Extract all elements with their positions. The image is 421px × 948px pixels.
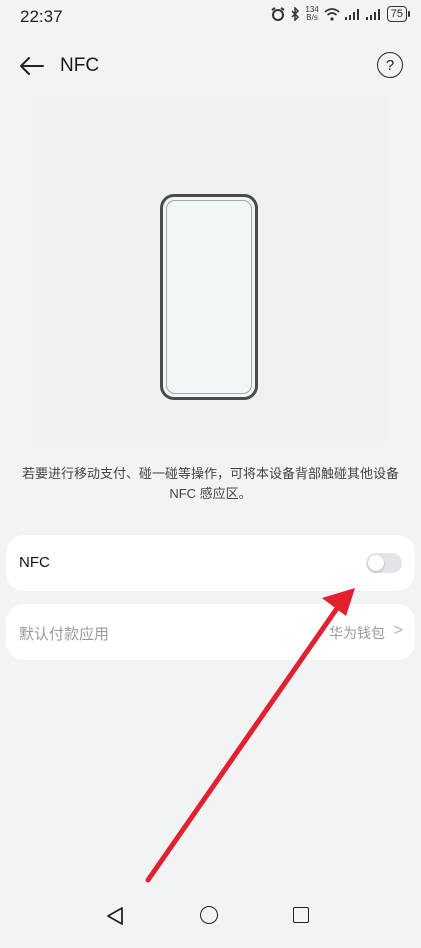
status-bar: 22:37 134 B/s 75: [0, 0, 421, 34]
phone-screen: [166, 200, 252, 394]
phone-illustration-icon: [160, 194, 258, 400]
default-payment-value: 华为钱包: [329, 625, 385, 641]
page-header: NFC ?: [0, 48, 421, 86]
status-time: 22:37: [20, 7, 63, 26]
toggle-knob: [368, 555, 384, 571]
default-payment-row[interactable]: 默认付款应用 华为钱包 >: [6, 604, 415, 660]
signal-icon-sim1: [344, 9, 359, 20]
chevron-right-icon: >: [393, 622, 403, 639]
nav-back-triangle-icon[interactable]: [106, 906, 124, 926]
nfc-illustration: [32, 96, 389, 441]
nav-home-circle-icon[interactable]: [200, 906, 218, 924]
wifi-icon: [324, 7, 340, 21]
nfc-label: NFC: [19, 554, 50, 571]
alarm-icon: [271, 7, 285, 21]
network-speed: 134 B/s: [305, 5, 319, 22]
nav-recent-square-icon[interactable]: [293, 907, 309, 923]
status-icons: 134 B/s 75: [270, 5, 411, 22]
nfc-setting-row[interactable]: NFC: [6, 535, 415, 591]
question-mark-icon: ?: [385, 56, 395, 74]
system-nav-bar: [0, 892, 421, 948]
page-title: NFC: [60, 55, 100, 76]
arrow-left-icon: [20, 57, 44, 75]
back-button[interactable]: [16, 50, 48, 82]
battery-indicator: 75: [386, 6, 411, 22]
default-payment-label: 默认付款应用: [19, 626, 110, 643]
help-button[interactable]: ?: [377, 52, 403, 78]
signal-icon-sim2: [365, 9, 380, 20]
nfc-toggle[interactable]: [366, 553, 402, 573]
nfc-description: 若要进行移动支付、碰一碰等操作，可将本设备背部触碰其他设备 NFC 感应区。: [21, 466, 399, 501]
bluetooth-icon: [291, 7, 300, 21]
